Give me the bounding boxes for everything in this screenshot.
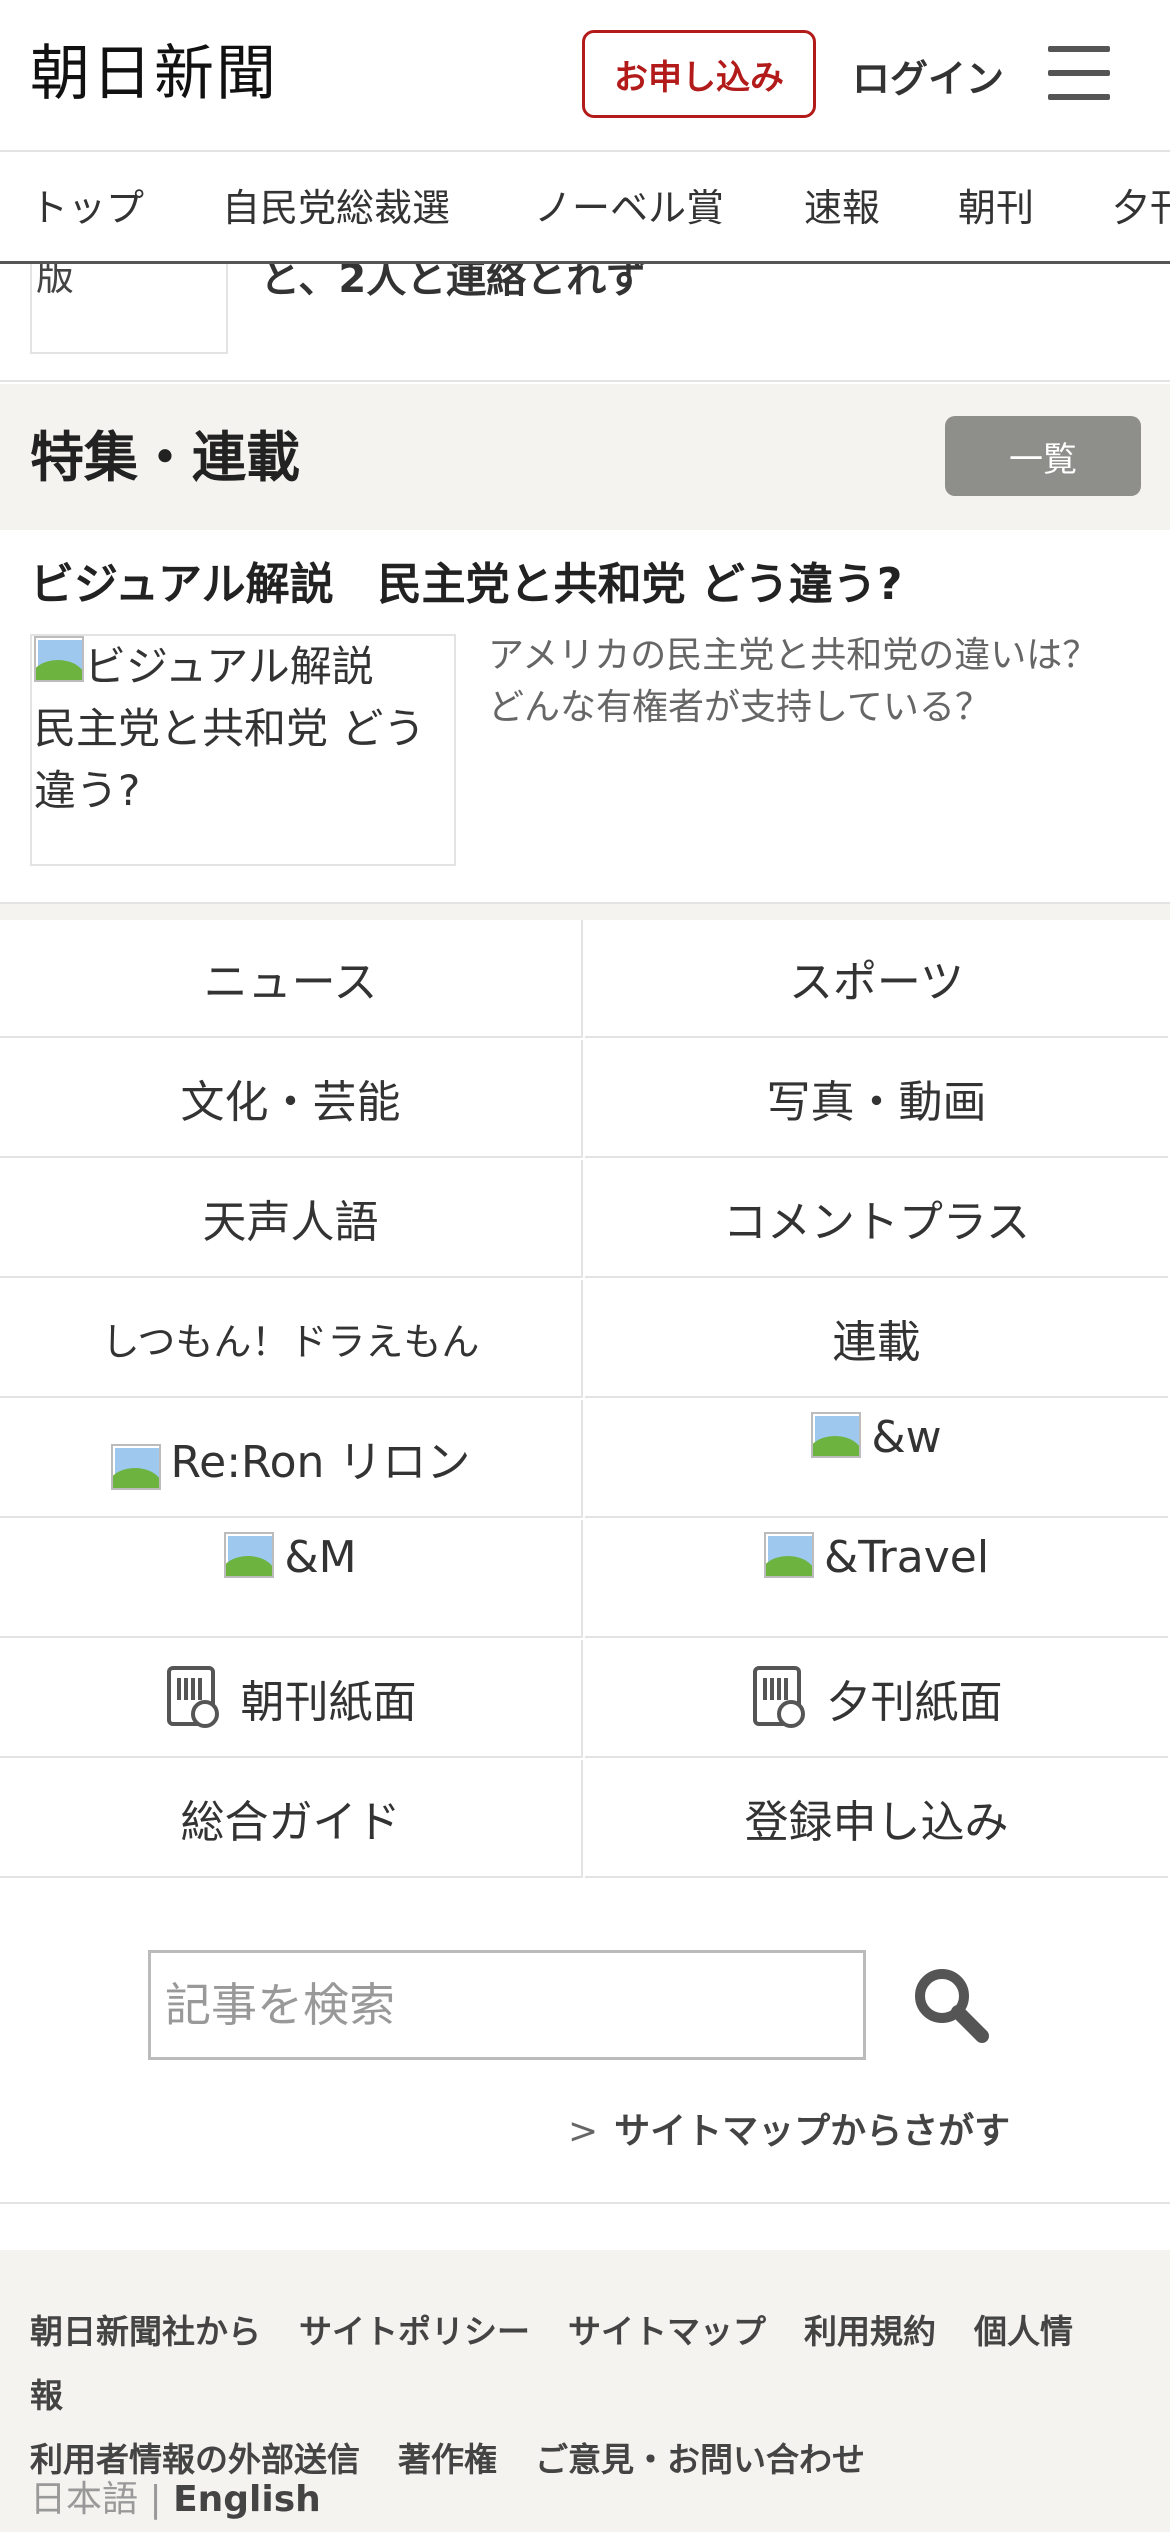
footer-link-site-policy[interactable]: サイトポリシー	[299, 2312, 530, 2351]
broken-image-icon	[110, 1444, 161, 1490]
nav-item-evening[interactable]: 夕刊	[1112, 152, 1170, 261]
lang-japanese[interactable]: 日本語	[30, 2479, 138, 2520]
newspaper-sun-icon	[165, 1666, 219, 1730]
grid-item-news[interactable]: ニュース	[0, 920, 583, 1038]
grid-label: 天声人語	[202, 1197, 379, 1248]
grid-label: 朝刊紙面	[240, 1677, 417, 1728]
chevron-right-icon: >	[568, 2111, 599, 2152]
grid-label: コメントプラス	[722, 1197, 1031, 1248]
lang-separator: |	[149, 2479, 162, 2520]
grid-label: &M	[284, 1532, 357, 1583]
footer-link-copyright[interactable]: 著作権	[398, 2440, 497, 2479]
login-link[interactable]: ログイン	[852, 40, 1004, 110]
grid-label: &w	[871, 1412, 942, 1463]
footer-link-terms[interactable]: 利用規約	[804, 2312, 936, 2351]
grid-item-and-travel[interactable]: &Travel	[585, 1520, 1168, 1638]
menu-icon[interactable]	[1048, 46, 1110, 102]
sitemap-link[interactable]: > サイトマップからさがす	[568, 2102, 1010, 2154]
search-icon[interactable]	[906, 1960, 996, 2050]
grid-item-comment-plus[interactable]: コメントプラス	[585, 1160, 1168, 1278]
grid-label: 写真・動画	[766, 1077, 987, 1128]
article-thumbnail: 版	[30, 264, 228, 354]
article-title[interactable]: と、2人と連絡とれず	[260, 264, 646, 304]
broken-image-icon	[763, 1532, 814, 1578]
feature-section-header: 特集・連載 一覧	[0, 384, 1170, 530]
grid-label: 連載	[832, 1317, 921, 1368]
grid-label: 登録申し込み	[744, 1797, 1009, 1848]
image-alt-wrapper: ビジュアル解説 民主党と共和党 どう違う?	[34, 636, 454, 822]
grid-item-serial[interactable]: 連載	[585, 1280, 1168, 1398]
footer-links: 朝日新聞社から サイトポリシー サイトマップ 利用規約 個人情報 利用者情報の外部送信著…	[30, 2300, 1140, 2492]
site-logo[interactable]: 朝日新聞	[30, 36, 278, 112]
grid-item-guide[interactable]: 総合ガイド	[0, 1760, 583, 1878]
grid-label: ニュース	[203, 957, 378, 1008]
grid-item-register[interactable]: 登録申し込み	[585, 1760, 1168, 1878]
lang-english[interactable]: English	[173, 2479, 321, 2520]
broken-image-icon	[34, 636, 84, 682]
search-input[interactable]	[148, 1950, 866, 2060]
grid-item-morning-paper[interactable]: 朝刊紙面	[0, 1640, 583, 1758]
feature-article-image[interactable]: ビジュアル解説 民主党と共和党 どう違う?	[30, 634, 456, 866]
broken-image-icon	[224, 1532, 275, 1578]
footer-link-about[interactable]: 朝日新聞社から	[30, 2312, 261, 2351]
site-header: 朝日新聞 お申し込み ログイン	[0, 0, 1170, 152]
grid-item-and-w[interactable]: &w	[585, 1400, 1168, 1518]
apply-button[interactable]: お申し込み	[582, 30, 816, 118]
feature-article[interactable]: ビジュアル解説 民主党と共和党 どう違う? ビジュアル解説 民主党と共和党 どう…	[0, 530, 1170, 902]
nav-item-top[interactable]: トップ	[30, 152, 144, 261]
search-section: > サイトマップからさがす	[0, 1880, 1170, 2204]
grid-item-photo-video[interactable]: 写真・動画	[585, 1040, 1168, 1158]
grid-label: &Travel	[823, 1532, 990, 1583]
grid-label: スポーツ	[788, 957, 965, 1008]
nav-item-breaking[interactable]: 速報	[804, 152, 880, 261]
grid-label: しつもん！ドラえもん	[101, 1319, 480, 1364]
nav-item-morning[interactable]: 朝刊	[958, 152, 1034, 261]
broken-image-icon	[811, 1412, 862, 1458]
sitemap-link-label: サイトマップからさがす	[614, 2111, 1011, 2152]
site-footer: 朝日新聞社から サイトポリシー サイトマップ 利用規約 個人情報 利用者情報の外部送信著…	[0, 2250, 1170, 2532]
grid-item-doraemon[interactable]: しつもん！ドラえもん	[0, 1280, 583, 1398]
section-divider	[0, 902, 1170, 920]
section-title: 特集・連載	[30, 426, 300, 489]
feature-article-description[interactable]: アメリカの民主党と共和党の違いは？どんな有権者が支持している？	[488, 630, 1128, 734]
thumbnail-text: 版	[36, 264, 75, 299]
nav-item-nobel[interactable]: ノーベル賞	[534, 152, 724, 261]
grid-item-evening-paper[interactable]: 夕刊紙面	[585, 1640, 1168, 1758]
feature-article-title[interactable]: ビジュアル解説 民主党と共和党 どう違う?	[30, 550, 902, 620]
nav-item-ldp-election[interactable]: 自民党総裁選	[222, 152, 450, 261]
grid-item-sports[interactable]: スポーツ	[585, 920, 1168, 1038]
grid-item-and-m[interactable]: &M	[0, 1520, 583, 1638]
grid-item-tensei-jingo[interactable]: 天声人語	[0, 1160, 583, 1278]
footer-link-sitemap[interactable]: サイトマップ	[568, 2312, 766, 2351]
article-item-partial[interactable]: 版 と、2人と連絡とれず	[0, 264, 1170, 382]
newspaper-moon-icon	[751, 1666, 805, 1730]
image-alt-text: ビジュアル解説 民主党と共和党 どう違う?	[34, 642, 426, 815]
language-switcher: 日本語 | English	[30, 2470, 321, 2522]
category-nav: トップ 自民党総裁選 ノーベル賞 速報 朝刊 夕刊	[0, 152, 1170, 264]
category-grid: ニュース スポーツ 文化・芸能 写真・動画 天声人語 コメントプラス しつもん！…	[0, 920, 1170, 1880]
grid-label: 夕刊紙面	[826, 1677, 1003, 1728]
grid-label: 総合ガイド	[180, 1797, 401, 1848]
grid-item-reron[interactable]: Re:Ron リロン	[0, 1400, 583, 1518]
list-all-button[interactable]: 一覧	[945, 416, 1141, 496]
grid-label: Re:Ron リロン	[170, 1437, 471, 1488]
footer-link-contact[interactable]: ご意見・お問い合わせ	[535, 2440, 865, 2479]
grid-item-culture[interactable]: 文化・芸能	[0, 1040, 583, 1158]
grid-label: 文化・芸能	[180, 1077, 401, 1128]
